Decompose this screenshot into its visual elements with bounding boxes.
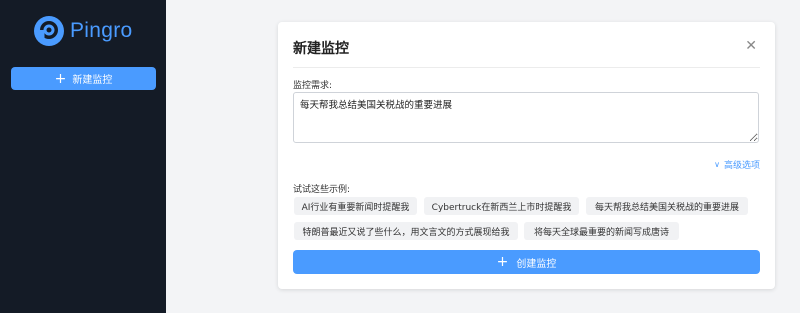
new-monitor-dialog: 新建监控 ✕ 监控需求: 每天帮我总结美国关税战的重要进展 ∨ 高级选项 试试这…: [278, 22, 775, 289]
chevron-down-icon: ∨: [714, 160, 720, 169]
plus-icon: +: [496, 254, 509, 270]
example-chip[interactable]: AI行业有重要新闻时提醒我: [294, 197, 417, 215]
create-monitor-button-label: 创建监控: [516, 258, 557, 270]
monitor-requirement-label: 监控需求:: [293, 81, 333, 91]
monitor-requirement-input[interactable]: 每天帮我总结美国关税战的重要进展: [293, 92, 759, 143]
sidebar: Pingro + 新建监控: [0, 0, 166, 313]
example-chip[interactable]: 将每天全球最重要的新闻写成唐诗: [524, 222, 679, 240]
advanced-options-toggle[interactable]: ∨ 高级选项: [714, 158, 760, 171]
example-chip[interactable]: Cybertruck在新西兰上市时提醒我: [424, 197, 579, 215]
example-chip[interactable]: 每天帮我总结美国关税战的重要进展: [586, 197, 748, 215]
dialog-title: 新建监控: [293, 41, 349, 57]
create-monitor-button[interactable]: + 创建监控: [293, 250, 760, 274]
plus-icon: +: [54, 70, 67, 87]
new-monitor-button-label: 新建监控: [72, 75, 113, 86]
logo: Pingro: [32, 14, 133, 48]
close-icon[interactable]: ✕: [745, 38, 757, 54]
new-monitor-button[interactable]: + 新建监控: [11, 67, 156, 90]
app-name: Pingro: [70, 19, 133, 42]
example-chip[interactable]: 特朗普最近又说了些什么，用文言文的方式展现给我: [294, 222, 518, 240]
advanced-options-label: 高级选项: [723, 161, 760, 171]
divider: [293, 67, 760, 68]
pingro-logo-icon: [34, 16, 64, 46]
examples-label: 试试这些示例:: [293, 185, 351, 195]
